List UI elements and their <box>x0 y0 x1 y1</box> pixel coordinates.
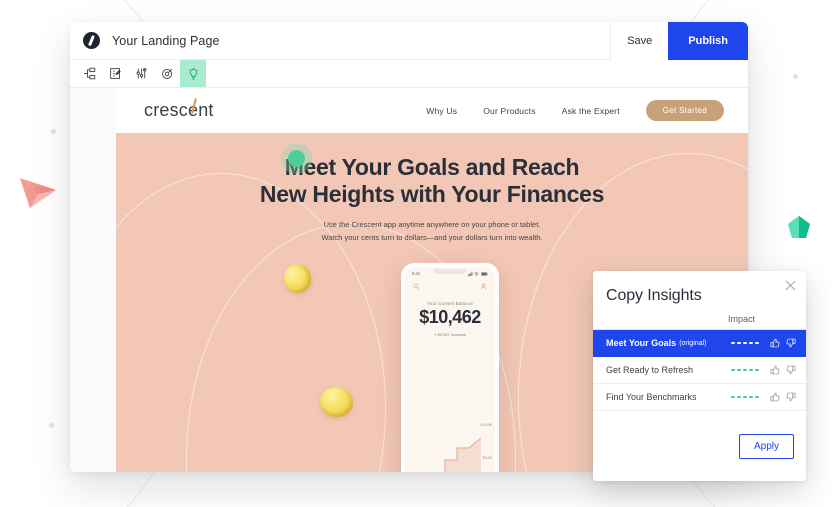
panel-title: Copy Insights <box>606 287 702 304</box>
insight-row-get-ready-to-refresh[interactable]: Get Ready to Refresh <box>593 357 806 384</box>
screenshot-root: Your Landing Page Save Publish crescent … <box>0 0 840 507</box>
site-navbar: crescent Why Us Our Products Ask the Exp… <box>116 88 748 133</box>
background-dot <box>49 423 54 428</box>
hero-headline-line1: Meet Your Goals and Reach <box>284 154 580 180</box>
close-icon[interactable] <box>784 279 797 292</box>
battery-icon <box>481 271 488 276</box>
thumbs-down-icon[interactable] <box>786 338 796 348</box>
apply-button[interactable]: Apply <box>738 433 794 459</box>
wifi-icon <box>474 271 480 276</box>
background-dot <box>51 129 56 134</box>
search-icon[interactable] <box>413 283 420 290</box>
nav-link-why-us[interactable]: Why Us <box>426 106 457 116</box>
chart-ytick: $10.0K <box>480 423 492 427</box>
thumbs-up-icon[interactable] <box>770 365 780 375</box>
lightbulb-icon[interactable] <box>180 60 206 87</box>
header-spacer <box>606 314 728 324</box>
window-titlebar: Your Landing Page Save Publish <box>70 22 748 60</box>
status-icon-group <box>467 271 488 276</box>
panel-column-header: Impact <box>593 305 806 330</box>
phone-notch <box>433 269 467 274</box>
phone-app-toolbar <box>405 276 495 290</box>
insight-row-find-your-benchmarks[interactable]: Find Your Benchmarks <box>593 384 806 411</box>
thumbs-up-icon[interactable] <box>770 392 780 402</box>
nav-link-ask-the-expert[interactable]: Ask the Expert <box>562 106 620 116</box>
design-edit-icon[interactable] <box>102 60 128 87</box>
green-gem-shape-icon <box>788 216 810 238</box>
hero-headline-line2: New Heights with Your Finances <box>259 180 605 207</box>
hero-headline: Meet Your Goals and Reach New Heights wi… <box>116 154 748 208</box>
pink-cone-shape-icon <box>20 178 56 208</box>
insight-row-label: Find Your Benchmarks <box>606 392 697 402</box>
balance-chart: $10.0K $5.0K $1.0K FEB MAR APR MAY JUN J… <box>405 421 495 472</box>
target-icon[interactable] <box>154 60 180 87</box>
balance-label: Your Current Balance <box>427 301 473 306</box>
phone-screen: 9:41 Your Current Balance $10,462 + $3,3… <box>405 267 495 472</box>
balance-chart-area <box>444 437 481 472</box>
nav-link-our-products[interactable]: Our Products <box>483 106 535 116</box>
publish-button[interactable]: Publish <box>668 22 748 60</box>
sliders-icon[interactable] <box>128 60 154 87</box>
hero-subtext: Use the Crescent app anytime anywhere on… <box>116 218 748 244</box>
insight-row-label: Get Ready to Refresh <box>606 365 694 375</box>
chart-ytick: $5.0K <box>482 456 492 460</box>
feedback-controls <box>770 338 796 348</box>
feedback-controls <box>770 392 796 402</box>
signal-icon <box>467 271 473 276</box>
sitemap-icon[interactable] <box>76 60 102 87</box>
thumbs-down-icon[interactable] <box>786 392 796 402</box>
background-dot <box>793 74 798 79</box>
thumbs-down-icon[interactable] <box>786 365 796 375</box>
editor-toolbar <box>70 60 748 88</box>
balance-amount: $10,462 <box>419 307 481 327</box>
status-time: 9:41 <box>412 271 421 276</box>
thumbs-up-icon[interactable] <box>770 338 780 348</box>
impact-meter <box>731 369 759 371</box>
panel-footer: Apply <box>593 411 806 481</box>
user-icon[interactable] <box>480 283 487 290</box>
impact-meter <box>731 396 759 398</box>
insight-row-label: Meet Your Goals <box>606 338 677 348</box>
hero-subtext-line2: Watch your cents turn to dollars—and you… <box>321 232 543 242</box>
copy-insights-panel: Copy Insights Impact Meet Your Goals (or… <box>593 271 806 481</box>
save-button[interactable]: Save <box>610 22 669 60</box>
impact-meter <box>731 342 759 344</box>
coin-decoration <box>281 261 314 296</box>
live-cursor-indicator <box>288 150 305 167</box>
get-started-button[interactable]: Get Started <box>645 100 724 121</box>
insight-row-meet-your-goals[interactable]: Meet Your Goals (original) <box>593 330 806 357</box>
coin-decoration <box>318 384 355 420</box>
feedback-controls <box>770 365 796 375</box>
site-logo: crescent <box>144 98 214 121</box>
chart-y-axis-labels: $10.0K $5.0K $1.0K <box>481 423 492 472</box>
circle-slash-logo-icon <box>83 32 100 49</box>
impact-column-header: Impact <box>727 314 755 324</box>
insight-row-suffix: (original) <box>679 339 707 347</box>
page-title: Your Landing Page <box>112 33 220 48</box>
hero-subtext-line1: Use the Crescent app anytime anywhere on… <box>323 219 541 229</box>
site-logo-text: crescent <box>144 100 214 120</box>
phone-mockup: 9:41 Your Current Balance $10,462 + $3,3… <box>401 263 499 472</box>
balance-delta: + $3,387 increase <box>434 332 466 337</box>
